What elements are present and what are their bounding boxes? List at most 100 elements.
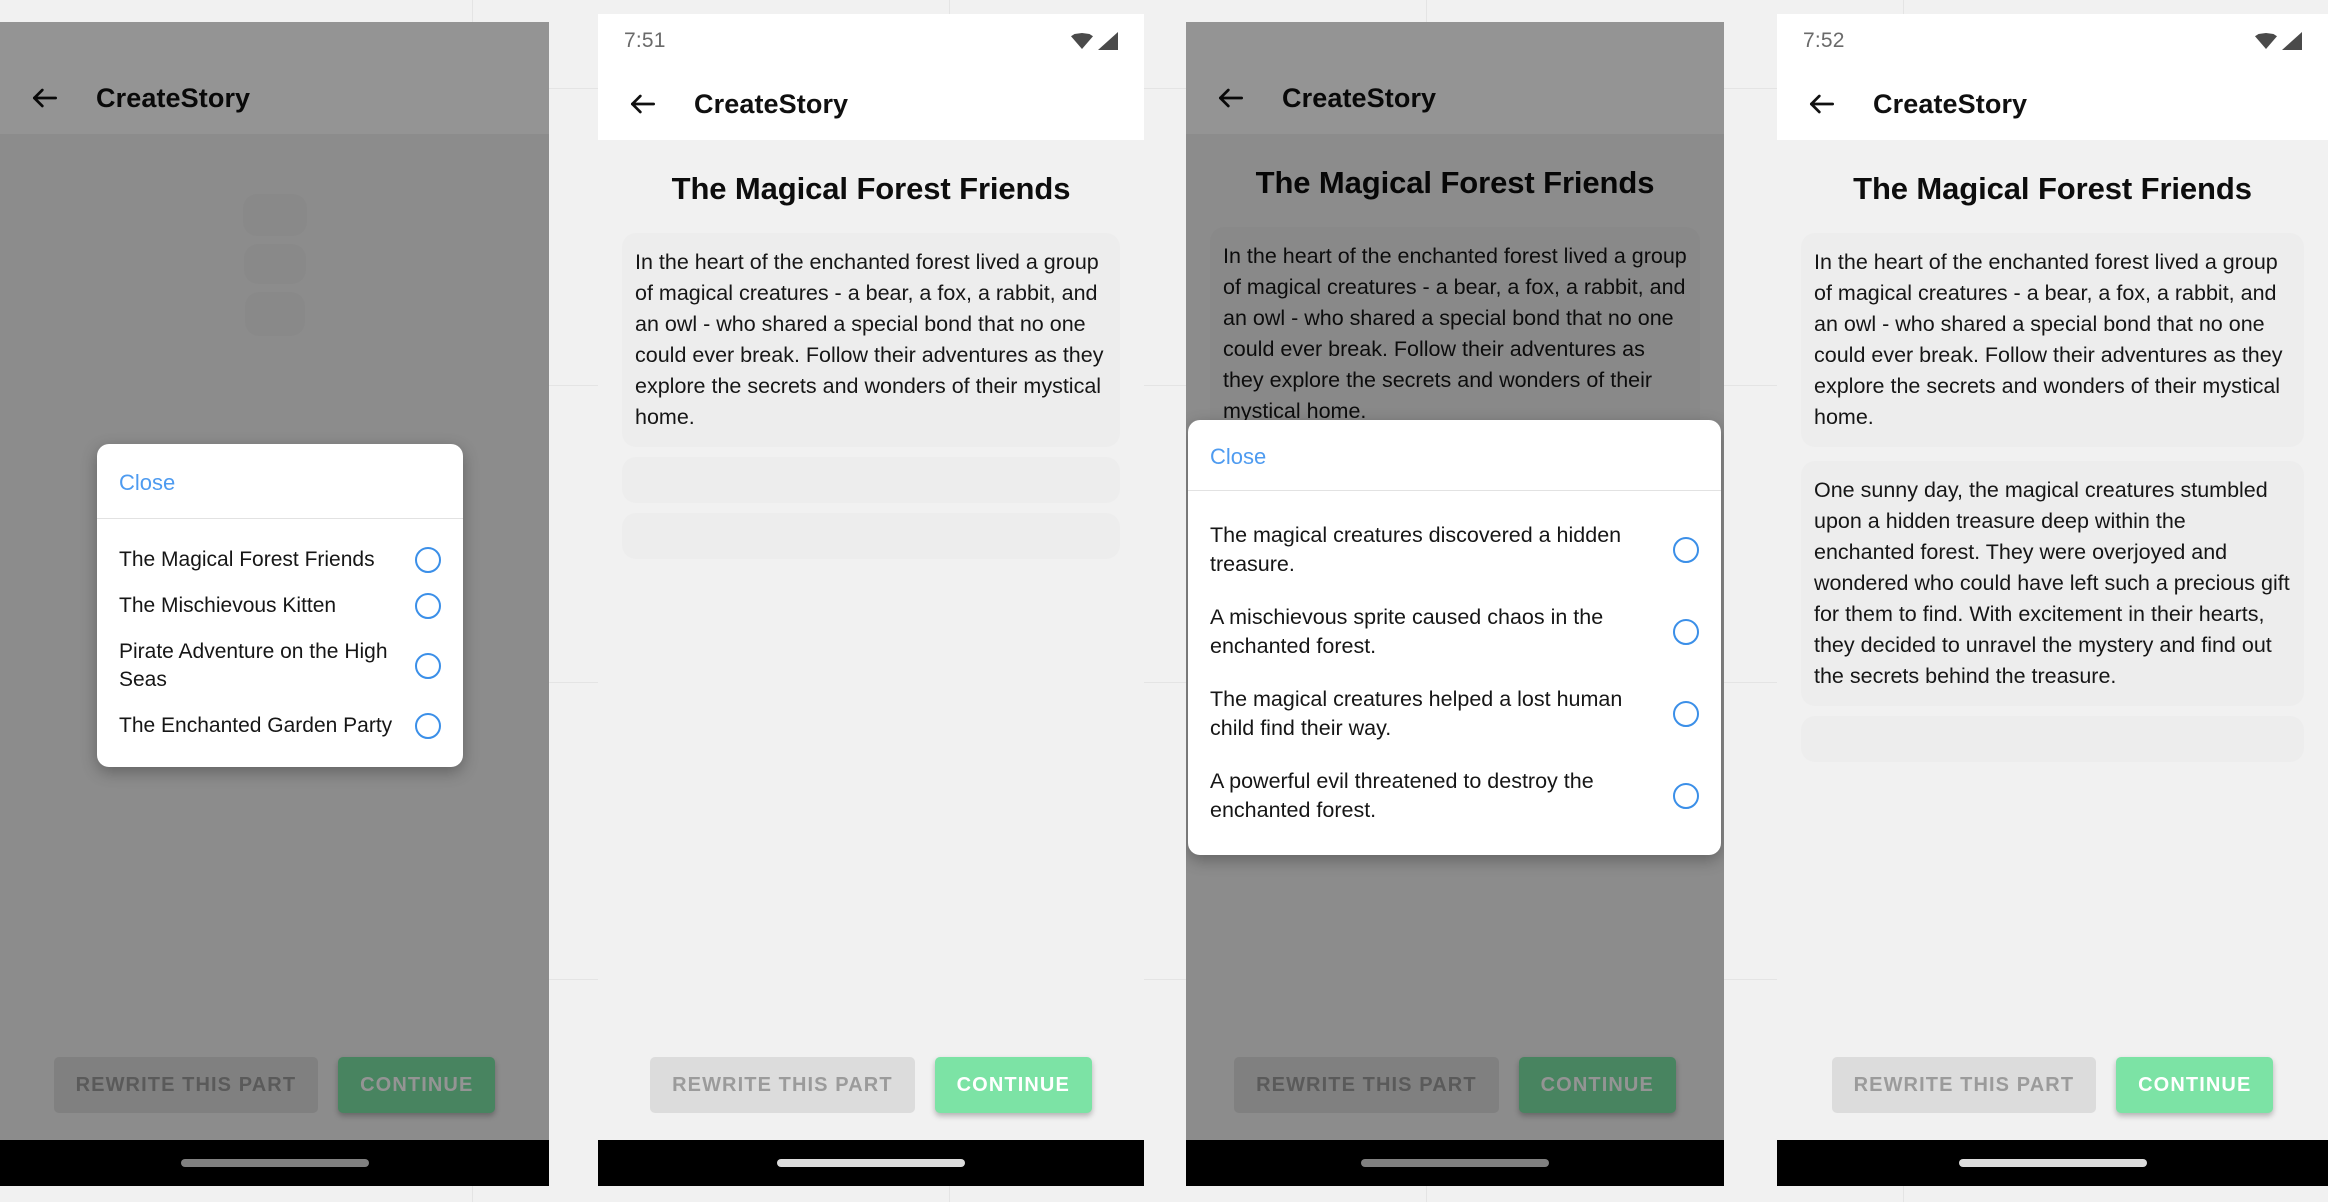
story-title: The Magical Forest Friends xyxy=(1853,171,2252,206)
dialog-close-button[interactable]: Close xyxy=(1210,444,1266,470)
list-item[interactable]: The Enchanted Garden Party xyxy=(97,703,463,749)
radio-button-unselected-icon[interactable] xyxy=(1673,701,1699,727)
list-item[interactable]: A powerful evil threatened to destroy th… xyxy=(1188,755,1721,837)
page-title: CreateStory xyxy=(1873,88,2028,119)
home-indicator-pill[interactable] xyxy=(180,1159,369,1167)
system-navigation-bar xyxy=(0,1140,549,1186)
home-indicator-pill[interactable] xyxy=(777,1159,965,1167)
system-navigation-bar xyxy=(598,1140,1144,1186)
dialog-header: Close xyxy=(1188,420,1721,491)
placeholder-block xyxy=(244,292,305,336)
status-bar xyxy=(1186,22,1724,62)
story-paragraph-block: In the heart of the enchanted forest liv… xyxy=(1210,227,1700,441)
story-content-area: The Magical Forest Friends In the heart … xyxy=(1777,140,2328,1040)
list-item[interactable]: The Mischievous Kitten xyxy=(97,583,463,629)
status-bar-clock: 7:51 xyxy=(624,29,666,52)
page-title: CreateStory xyxy=(694,88,849,119)
rewrite-this-part-button[interactable]: REWRITE THIS PART xyxy=(1831,1057,2097,1113)
dialog-option-list: The Magical Forest Friends The Mischievo… xyxy=(97,519,463,767)
continue-button[interactable]: CONTINUE xyxy=(2116,1057,2274,1113)
phone-screen: 7:51 CreateStory The Magical Forest Frie… xyxy=(598,14,1144,1186)
action-button-row: REWRITE THIS PART CONTINUE xyxy=(598,1040,1144,1140)
story-paragraph-block: In the heart of the enchanted forest liv… xyxy=(1801,233,2304,447)
continue-button[interactable]: CONTINUE xyxy=(1518,1057,1676,1113)
story-paragraph-block: One sunny day, the magical creatures stu… xyxy=(1801,461,2304,706)
radio-button-unselected-icon[interactable] xyxy=(1673,619,1699,645)
dialog-option-list: The magical creatures discovered a hidde… xyxy=(1188,491,1721,855)
wifi-icon xyxy=(1071,33,1093,49)
action-button-row: REWRITE THIS PART CONTINUE xyxy=(1777,1040,2328,1140)
status-bar-system-icons xyxy=(1071,32,1118,50)
story-title-picker-dialog: Close The Magical Forest Friends The Mis… xyxy=(97,444,463,767)
home-indicator-pill[interactable] xyxy=(1958,1159,2147,1167)
option-label: The Magical Forest Friends xyxy=(119,548,375,571)
placeholder-block xyxy=(243,244,306,284)
option-label: The magical creatures helped a lost huma… xyxy=(1210,687,1623,740)
story-paragraph-1: In the heart of the enchanted forest liv… xyxy=(1814,250,2283,429)
story-paragraph-block: In the heart of the enchanted forest liv… xyxy=(622,233,1120,447)
page-title: CreateStory xyxy=(1282,82,1437,113)
option-label: Pirate Adventure on the High Seas xyxy=(119,640,388,691)
list-item[interactable]: A mischievous sprite caused chaos in the… xyxy=(1188,591,1721,673)
story-title: The Magical Forest Friends xyxy=(1255,165,1655,200)
system-navigation-bar xyxy=(1777,1140,2328,1186)
radio-button-unselected-icon[interactable] xyxy=(415,547,441,573)
cellular-signal-icon xyxy=(1098,32,1118,50)
option-label: The magical creatures discovered a hidde… xyxy=(1210,523,1622,576)
placeholder-block xyxy=(622,457,1120,503)
system-navigation-bar xyxy=(1186,1140,1724,1186)
story-paragraph-1: In the heart of the enchanted forest liv… xyxy=(635,250,1104,429)
phone-screen: CreateStory REWRITE THIS PART CONTINUE C… xyxy=(0,22,549,1186)
wifi-icon xyxy=(2255,33,2277,49)
option-label: A mischievous sprite caused chaos in the… xyxy=(1210,605,1604,658)
placeholder-block xyxy=(1801,716,2304,762)
phone-screen: CreateStory The Magical Forest Friends I… xyxy=(1186,22,1724,1186)
action-button-row: REWRITE THIS PART CONTINUE xyxy=(0,1040,549,1140)
list-item[interactable]: Pirate Adventure on the High Seas xyxy=(97,629,463,703)
cellular-signal-icon xyxy=(2282,32,2302,50)
option-label: The Enchanted Garden Party xyxy=(119,714,393,737)
status-bar-system-icons xyxy=(2255,32,2302,50)
home-indicator-pill[interactable] xyxy=(1361,1159,1549,1167)
back-arrow-icon[interactable] xyxy=(620,81,666,127)
radio-button-unselected-icon[interactable] xyxy=(415,713,441,739)
radio-button-unselected-icon[interactable] xyxy=(415,653,441,679)
continue-button[interactable]: CONTINUE xyxy=(338,1057,496,1113)
screenshot-panel-4: 7:52 CreateStory The Magical Forest Frie… xyxy=(1777,14,2328,1186)
plot-continuation-picker-dialog: Close The magical creatures discovered a… xyxy=(1188,420,1721,855)
list-item[interactable]: The Magical Forest Friends xyxy=(97,537,463,583)
dialog-header: Close xyxy=(97,444,463,519)
story-content-area: The Magical Forest Friends In the heart … xyxy=(598,140,1144,1040)
placeholder-block xyxy=(622,513,1120,559)
app-bar: CreateStory xyxy=(1777,68,2328,140)
rewrite-this-part-button[interactable]: REWRITE THIS PART xyxy=(53,1057,319,1113)
page-title: CreateStory xyxy=(96,82,251,113)
list-item[interactable]: The magical creatures discovered a hidde… xyxy=(1188,509,1721,591)
option-label: A powerful evil threatened to destroy th… xyxy=(1210,769,1594,822)
status-bar-clock: 7:52 xyxy=(1803,29,1845,52)
screenshot-panel-3: CreateStory The Magical Forest Friends I… xyxy=(1186,22,1724,1186)
radio-button-unselected-icon[interactable] xyxy=(1673,537,1699,563)
app-bar: CreateStory xyxy=(0,62,549,134)
dialog-close-button[interactable]: Close xyxy=(119,470,175,496)
radio-button-unselected-icon[interactable] xyxy=(1673,783,1699,809)
story-title: The Magical Forest Friends xyxy=(671,171,1071,206)
placeholder-block xyxy=(242,194,307,236)
status-bar: 7:52 xyxy=(1777,14,2328,68)
status-bar xyxy=(0,22,549,62)
app-bar: CreateStory xyxy=(598,68,1144,140)
phone-screen: 7:52 CreateStory The Magical Forest Frie… xyxy=(1777,14,2328,1186)
story-paragraph-2: One sunny day, the magical creatures stu… xyxy=(1814,478,2290,688)
back-arrow-icon[interactable] xyxy=(1208,75,1254,121)
radio-button-unselected-icon[interactable] xyxy=(415,593,441,619)
back-arrow-icon[interactable] xyxy=(22,75,68,121)
screenshot-panel-2: 7:51 CreateStory The Magical Forest Frie… xyxy=(598,14,1144,1186)
rewrite-this-part-button[interactable]: REWRITE THIS PART xyxy=(1234,1057,1499,1113)
continue-button[interactable]: CONTINUE xyxy=(934,1057,1092,1113)
status-bar: 7:51 xyxy=(598,14,1144,68)
app-bar: CreateStory xyxy=(1186,62,1724,134)
back-arrow-icon[interactable] xyxy=(1799,81,1845,127)
rewrite-this-part-button[interactable]: REWRITE THIS PART xyxy=(650,1057,915,1113)
option-label: The Mischievous Kitten xyxy=(119,594,337,617)
list-item[interactable]: The magical creatures helped a lost huma… xyxy=(1188,673,1721,755)
